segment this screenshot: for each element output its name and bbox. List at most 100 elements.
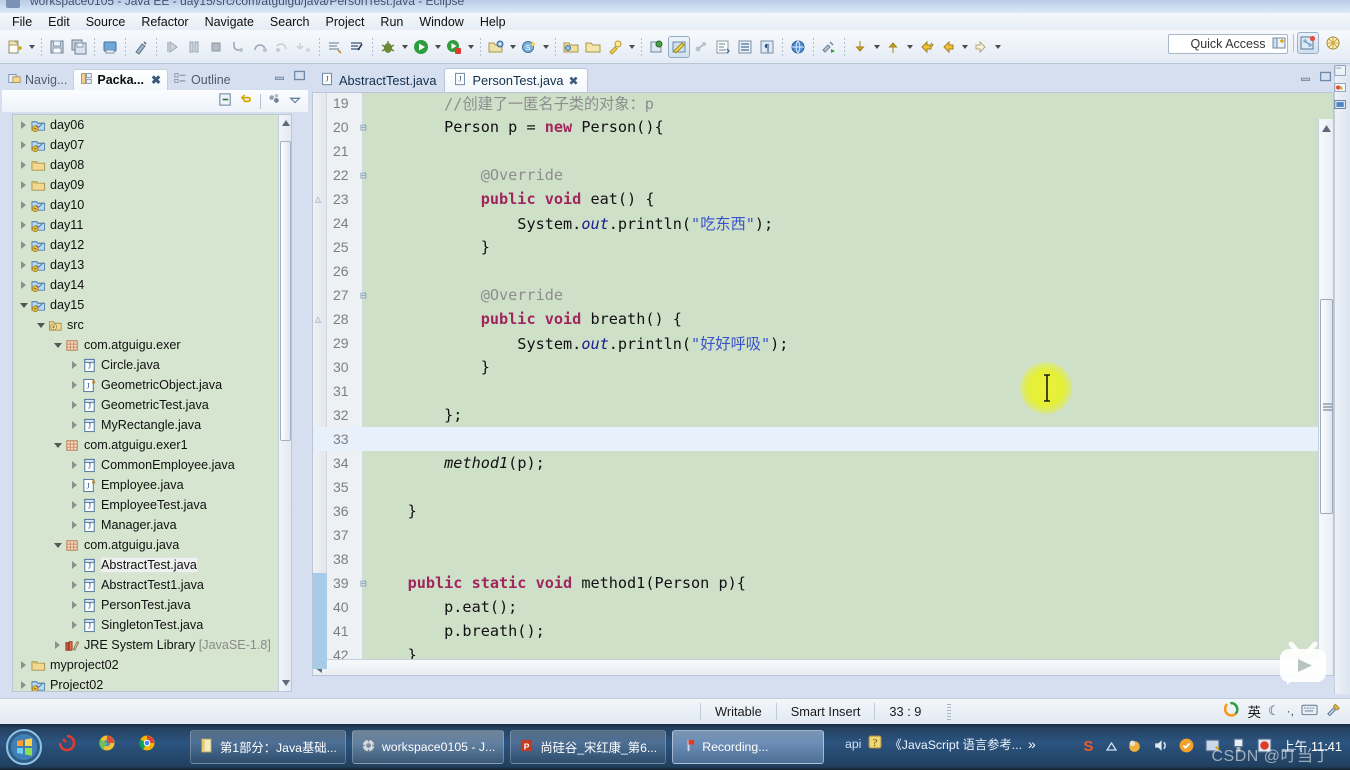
save-icon[interactable] xyxy=(46,36,68,58)
code-line-41[interactable]: 41 p.breath(); xyxy=(313,619,1333,643)
expand-arrow-open-icon[interactable] xyxy=(17,302,30,308)
main-toolbar[interactable]: S ¶ xyxy=(0,30,1350,64)
tree-item-abstracttest-java[interactable]: J AbstractTest.java xyxy=(13,555,291,575)
expand-arrow-open-icon[interactable] xyxy=(51,442,64,448)
next-annotation-dropdown-icon[interactable] xyxy=(871,36,882,58)
ime-punct-icon[interactable]: ·, xyxy=(1287,704,1294,718)
expand-arrow-open-icon[interactable] xyxy=(51,542,64,548)
left-view-tabs[interactable]: Navig... Packa... ✖ Outline xyxy=(2,66,308,90)
code-line-22[interactable]: 22 ⊟ @Override xyxy=(313,163,1333,187)
skip-breakpoints-icon[interactable] xyxy=(324,36,346,58)
code-line-27[interactable]: 27 ⊟ @Override xyxy=(313,283,1333,307)
tab-package-explorer[interactable]: Packa... ✖ xyxy=(73,69,169,90)
open-browser-icon[interactable] xyxy=(787,36,809,58)
tree-item-com-atguigu-java[interactable]: com.atguigu.java xyxy=(13,535,291,555)
expand-arrow-closed-icon[interactable] xyxy=(17,181,30,189)
new-java-project-icon[interactable] xyxy=(485,36,507,58)
code-line-20[interactable]: 20 ⊟ Person p = new Person(){ xyxy=(313,115,1333,139)
ime-keyboard-icon[interactable] xyxy=(1301,703,1318,719)
show-hidden-icon[interactable] xyxy=(1105,740,1117,754)
show-whitespace-icon[interactable] xyxy=(712,36,734,58)
fold-toggle-icon[interactable]: ⊟ xyxy=(360,577,367,590)
code-line-19[interactable]: 19 //创建了一匿名子类的对象：p xyxy=(313,93,1333,115)
step-over-icon[interactable] xyxy=(249,36,271,58)
run-icon[interactable] xyxy=(410,36,432,58)
expand-arrow-closed-icon[interactable] xyxy=(68,501,81,509)
tab-outline[interactable]: Outline xyxy=(168,69,237,90)
scroll-up-icon[interactable] xyxy=(280,117,291,129)
ime-mode-chinese[interactable]: 英 xyxy=(1248,701,1262,721)
code-line-21[interactable]: 21 xyxy=(313,139,1333,163)
step-return-icon[interactable] xyxy=(271,36,293,58)
expand-arrow-closed-icon[interactable] xyxy=(68,561,81,569)
menu-help[interactable]: Help xyxy=(472,14,514,30)
expand-arrow-closed-icon[interactable] xyxy=(68,601,81,609)
tree-item-myproject02[interactable]: myproject02 xyxy=(13,655,291,675)
link-editor-icon[interactable] xyxy=(690,36,712,58)
sogou-icon[interactable]: S xyxy=(1080,737,1097,757)
new-java-project-dropdown-icon[interactable] xyxy=(507,36,518,58)
search-icon[interactable] xyxy=(604,36,626,58)
api-group-overflow[interactable]: » xyxy=(1028,736,1036,752)
last-edit-location-icon[interactable] xyxy=(915,36,937,58)
fold-toggle-icon[interactable]: ⊟ xyxy=(360,169,367,182)
expand-arrow-closed-icon[interactable] xyxy=(68,521,81,529)
tree-item-day11[interactable]: day11 xyxy=(13,215,291,235)
scroll-down-icon[interactable] xyxy=(280,677,291,689)
minimized-view-icon[interactable] xyxy=(1334,64,1348,78)
block-selection-icon[interactable] xyxy=(734,36,756,58)
tree-item-day09[interactable]: day09 xyxy=(13,175,291,195)
editor-vertical-scrollbar[interactable] xyxy=(1318,119,1333,675)
focus-on-active-task-icon[interactable] xyxy=(267,92,282,110)
code-line-29[interactable]: 29 System.out.println("好好呼吸"); xyxy=(313,331,1333,355)
tab-navigator[interactable]: Navig... xyxy=(2,69,73,90)
previous-annotation-dropdown-icon[interactable] xyxy=(904,36,915,58)
menu-navigate[interactable]: Navigate xyxy=(197,14,262,30)
code-editor[interactable]: 19 //创建了一匿名子类的对象：p 20 ⊟ Person p = new Per… xyxy=(312,92,1334,676)
drop-to-frame-icon[interactable] xyxy=(293,36,315,58)
resume-icon[interactable] xyxy=(161,36,183,58)
expand-arrow-closed-icon[interactable] xyxy=(68,581,81,589)
perspective-switcher[interactable] xyxy=(1268,32,1344,54)
menu-edit[interactable]: Edit xyxy=(40,14,78,30)
expand-arrow-closed-icon[interactable] xyxy=(68,361,81,369)
expand-arrow-closed-icon[interactable] xyxy=(17,221,30,229)
forward-icon[interactable] xyxy=(970,36,992,58)
right-rail-fast-view[interactable] xyxy=(1334,64,1348,112)
next-annotation-icon[interactable] xyxy=(849,36,871,58)
editor-window-buttons[interactable] xyxy=(1299,70,1332,86)
project-tree[interactable]: day06 day07 day08 day09 day10 day11 day12 day13… xyxy=(12,114,292,692)
tree-item-jre-system-library[interactable]: JRE System Library [JavaSE-1.8] xyxy=(13,635,291,655)
previous-annotation-icon[interactable] xyxy=(882,36,904,58)
new-wizard-dropdown-icon[interactable] xyxy=(26,36,37,58)
menu-bar[interactable]: File Edit Source Refactor Navigate Searc… xyxy=(0,13,1350,30)
status-resize-grip[interactable] xyxy=(947,703,952,720)
taskbar-item-recording[interactable]: Recording... xyxy=(672,730,825,764)
sogou-logo-icon[interactable] xyxy=(1223,701,1241,721)
editor-horizontal-scrollbar[interactable] xyxy=(313,659,1320,675)
suspend-icon[interactable] xyxy=(183,36,205,58)
open-type-icon[interactable] xyxy=(560,36,582,58)
tree-item-circle-java[interactable]: J Circle.java xyxy=(13,355,291,375)
paragraph-icon[interactable]: ¶ xyxy=(756,36,778,58)
clean-icon[interactable] xyxy=(130,36,152,58)
taskbar-item-java-doc[interactable]: 第1部分：Java基础... xyxy=(190,730,346,764)
tree-item-com-atguigu-exer1[interactable]: com.atguigu.exer1 xyxy=(13,435,291,455)
code-line-23[interactable]: △ 23 public void eat() { xyxy=(313,187,1333,211)
save-all-icon[interactable] xyxy=(68,36,90,58)
expand-arrow-closed-icon[interactable] xyxy=(17,121,30,129)
expand-arrow-closed-icon[interactable] xyxy=(51,641,64,649)
volume-icon[interactable] xyxy=(1152,737,1169,757)
expand-arrow-closed-icon[interactable] xyxy=(17,661,30,669)
tree-item-myrectangle-java[interactable]: J MyRectangle.java xyxy=(13,415,291,435)
new-wizard-icon[interactable] xyxy=(4,36,26,58)
editor-tab-abstracttest[interactable]: J AbstractTest.java xyxy=(312,68,444,92)
fold-toggle-icon[interactable]: ⊟ xyxy=(360,289,367,302)
tree-item-employee-java[interactable]: J A Employee.java xyxy=(13,475,291,495)
package-explorer-view[interactable]: Navig... Packa... ✖ Outline day06 day07 … xyxy=(2,66,308,694)
maximize-icon[interactable] xyxy=(1319,70,1332,86)
tree-item-day15[interactable]: day15 xyxy=(13,295,291,315)
minimize-icon[interactable] xyxy=(272,68,286,82)
editor-area[interactable]: J AbstractTest.java J PersonTest.java ✖ xyxy=(312,66,1334,694)
java-perspective-icon[interactable] xyxy=(1322,32,1344,54)
